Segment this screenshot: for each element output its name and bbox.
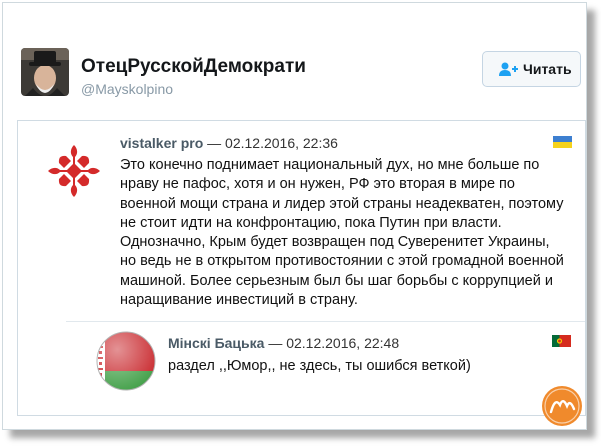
comment-separator: — bbox=[264, 335, 287, 351]
cross-avatar[interactable] bbox=[44, 141, 104, 201]
comment-divider bbox=[66, 321, 585, 322]
author-name[interactable]: ОтецРусскойДемократи bbox=[81, 56, 306, 78]
comment-header: vistalker pro — 02.12.2016, 22:36 bbox=[120, 135, 338, 151]
add-user-icon bbox=[499, 62, 518, 76]
comment-text: раздел ,,Юмор,, не здесь, ты ошибся ветк… bbox=[168, 358, 471, 374]
comment-date[interactable]: 02.12.2016, 22:48 bbox=[286, 335, 399, 351]
author-handle[interactable]: @Mayskolpino bbox=[81, 81, 173, 97]
follow-button[interactable]: Читать bbox=[482, 51, 581, 87]
portugal-flag-icon bbox=[552, 335, 571, 347]
comment-separator: — bbox=[203, 135, 226, 151]
comment-header: Мінскі Бацька — 02.12.2016, 22:48 bbox=[168, 335, 399, 351]
tweet-card: ОтецРусскойДемократи @Mayskolpino Читать bbox=[2, 2, 587, 430]
comment-date[interactable]: 02.12.2016, 22:36 bbox=[225, 135, 338, 151]
belarus-flag-avatar[interactable] bbox=[96, 331, 156, 391]
tweet-header: ОтецРусскойДемократи @Mayskolpino Читать bbox=[3, 3, 586, 118]
comment-author[interactable]: Мінскі Бацька bbox=[168, 335, 264, 351]
comment-author[interactable]: vistalker pro bbox=[120, 135, 203, 151]
author-avatar[interactable] bbox=[21, 48, 69, 96]
follow-button-label: Читать bbox=[523, 61, 572, 77]
ukraine-flag-icon bbox=[553, 136, 572, 148]
quoted-comments: vistalker pro — 02.12.2016, 22:36 Это ко… bbox=[17, 120, 586, 416]
watermark-logo-icon bbox=[542, 386, 582, 426]
comment-text: Это конечно поднимает национальный дух, … bbox=[120, 157, 564, 309]
